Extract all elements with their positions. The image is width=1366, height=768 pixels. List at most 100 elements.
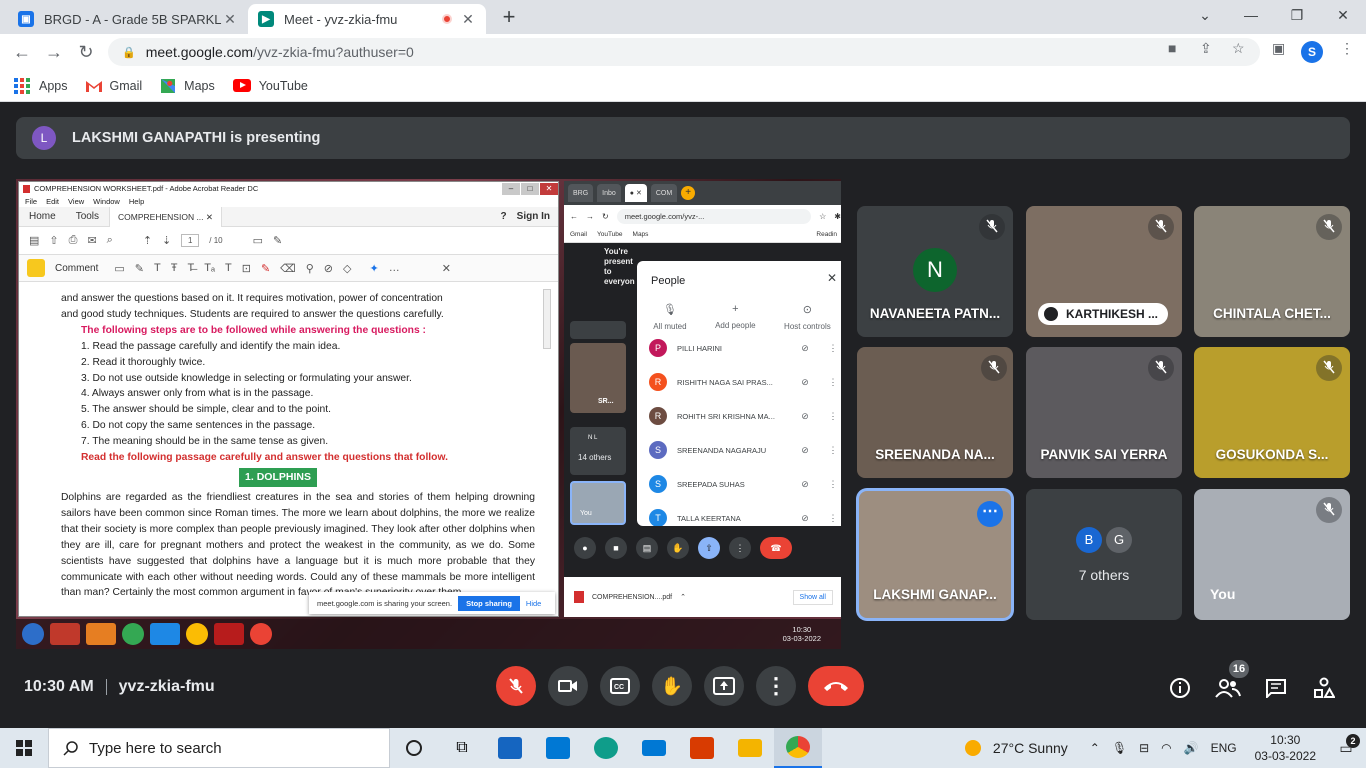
captions-button[interactable]: CC	[600, 666, 640, 706]
language-indicator[interactable]: ENG	[1211, 741, 1237, 755]
nested-tab-strip: BRG Inbo ● ✕ COM +	[564, 181, 841, 205]
shared-screen[interactable]: COMPREHENSION WORKSHEET.pdf - Adobe Acro…	[16, 179, 841, 649]
people-name: ROHITH SRI KRISHNA MA...	[677, 411, 775, 421]
tab-search-chevron-icon[interactable]: ⌄	[1182, 0, 1228, 30]
taskbar-app[interactable]	[486, 728, 534, 768]
taskbar-chrome[interactable]	[774, 728, 822, 768]
extensions-icon: ✱	[834, 211, 841, 221]
participant-tile[interactable]: PANVIK SAI YERRA	[1026, 347, 1182, 478]
section-title: 1. DOLPHINS	[239, 467, 317, 487]
reload-button[interactable]: ↻	[74, 40, 98, 64]
people-row: P PILLI HARINI ⊘ ⋮	[637, 331, 841, 365]
taskbar-clock[interactable]: 10:30 03-03-2022	[1255, 732, 1316, 764]
tab-meet[interactable]: ▶ Meet - yvz-zkia-fmu ✕	[248, 4, 486, 34]
more-options-button[interactable]: ⋮	[756, 666, 796, 706]
close-tab-icon[interactable]: ✕	[460, 11, 476, 28]
chat-button[interactable]	[1262, 674, 1290, 702]
taskbar-edge[interactable]	[582, 728, 630, 768]
chrome-icon	[122, 623, 144, 645]
activities-button[interactable]	[1310, 674, 1338, 702]
reload-icon: ↻	[602, 211, 609, 221]
nested-others-label: 14 others	[578, 453, 612, 462]
profile-avatar[interactable]: S	[1301, 41, 1323, 63]
address-bar[interactable]: 🔒 meet.google.com/yvz-zkia-fmu?authuser=…	[108, 38, 1260, 66]
notifications-button[interactable]: ▭ 2	[1326, 733, 1366, 757]
taskbar-mail[interactable]	[630, 728, 678, 768]
camera-in-use-icon[interactable]: ■	[1168, 40, 1176, 56]
taskbar-office[interactable]	[678, 728, 726, 768]
step-item: 4. Always answer only from what is in th…	[81, 388, 314, 400]
meeting-time: 10:30 AM	[24, 678, 94, 695]
chrome-menu-icon[interactable]: ⋮	[1340, 40, 1354, 57]
chrome-icon	[186, 623, 208, 645]
windows-taskbar: Type here to search ⧉ 27°C Sunny ⌃ 🎙 ⊟ ◠…	[0, 728, 1366, 768]
taskbar-explorer[interactable]	[726, 728, 774, 768]
more-options-icon[interactable]: ⋯	[977, 501, 1003, 527]
intro-line: and answer the questions based on it. It…	[61, 293, 443, 304]
minimize-button[interactable]: —	[1228, 0, 1274, 30]
volume-icon[interactable]: 🔊	[1184, 741, 1199, 755]
others-tile[interactable]: B G 7 others	[1026, 489, 1182, 620]
back-button[interactable]: ←	[10, 40, 34, 64]
network-icon[interactable]: ⊟	[1139, 741, 1149, 755]
meeting-details-button[interactable]	[1166, 674, 1194, 702]
more-vert-icon: ⋮	[828, 410, 838, 421]
side-panel-icon[interactable]: ▣	[1272, 40, 1285, 57]
people-icon	[1215, 679, 1241, 698]
self-tile[interactable]: You	[1194, 489, 1350, 620]
cortana-button[interactable]	[390, 728, 438, 768]
taskbar-search-box[interactable]: Type here to search	[48, 728, 390, 768]
share-icon[interactable]: ⇪	[1200, 40, 1212, 57]
task-view-button[interactable]: ⧉	[438, 728, 486, 768]
weather-sun-icon[interactable]	[964, 740, 981, 756]
participant-tile[interactable]: KARTHIKESH ...	[1026, 206, 1182, 337]
tab-classroom[interactable]: ▣ BRGD - A - Grade 5B SPARKLE ✕	[8, 4, 248, 34]
search-placeholder: Type here to search	[89, 739, 222, 757]
close-tab-icon[interactable]: ✕	[222, 11, 238, 28]
show-hidden-icons-icon[interactable]: ⌃	[1090, 741, 1100, 755]
people-row: T TALLA KEERTANA ⊘ ⋮	[637, 501, 841, 526]
participant-tile-active-speaker[interactable]: ⋯ LAKSHMI GANAP...	[859, 491, 1011, 618]
raise-hand-button[interactable]: ✋	[652, 666, 692, 706]
people-title: People	[651, 275, 686, 287]
present-now-button[interactable]	[704, 666, 744, 706]
participant-tile[interactable]: SREENANDA NA...	[857, 347, 1013, 478]
nested-bookmark: Maps	[632, 231, 649, 238]
task-view-icon: ⧉	[456, 739, 468, 756]
draw-icon: ✎	[260, 262, 271, 275]
leave-call-button[interactable]	[808, 666, 864, 706]
new-tab-button[interactable]: +	[496, 6, 522, 30]
mic-toggle-button[interactable]	[496, 666, 536, 706]
others-avatar: G	[1106, 527, 1132, 553]
save-icon: ▤	[29, 235, 40, 247]
participant-name: GOSUKONDA S...	[1215, 447, 1329, 462]
nested-mute-tile	[570, 321, 626, 339]
app-icon	[498, 737, 522, 759]
bookmark-star-icon[interactable]: ☆	[1232, 40, 1245, 57]
nested-others-tile: N L 14 others	[570, 427, 626, 475]
forward-icon: →	[586, 211, 594, 221]
weather-text[interactable]: 27°C Sunny	[993, 740, 1068, 756]
people-button[interactable]	[1214, 674, 1242, 702]
close-window-button[interactable]: ✕	[1320, 0, 1366, 30]
wifi-icon[interactable]: ◠	[1161, 741, 1171, 755]
bookmark-youtube[interactable]: YouTube	[232, 79, 308, 93]
microphone-icon[interactable]: 🎙	[1112, 741, 1127, 755]
maximize-button[interactable]: ❐	[1274, 0, 1320, 30]
participant-tile[interactable]: N NAVANEETA PATN...	[857, 206, 1013, 337]
participant-tile[interactable]: GOSUKONDA S...	[1194, 347, 1350, 478]
bookmark-gmail[interactable]: Gmail	[85, 79, 142, 93]
participant-tile[interactable]: CHINTALA CHET...	[1194, 206, 1350, 337]
pen-icon: ✎	[273, 235, 283, 247]
taskbar-store[interactable]	[534, 728, 582, 768]
participant-name: NAVANEETA PATN...	[869, 306, 1001, 321]
forward-button[interactable]: →	[42, 40, 66, 64]
app-icon	[86, 623, 116, 645]
captions-icon: CC	[610, 678, 630, 694]
start-button[interactable]	[0, 728, 48, 768]
nested-new-tab-icon: +	[681, 186, 696, 200]
acrobat-titlebar: COMPREHENSION WORKSHEET.pdf - Adobe Acro…	[19, 182, 558, 195]
bookmark-apps[interactable]: Apps	[14, 77, 68, 94]
camera-toggle-button[interactable]	[548, 666, 588, 706]
bookmark-maps[interactable]: Maps	[160, 78, 215, 93]
